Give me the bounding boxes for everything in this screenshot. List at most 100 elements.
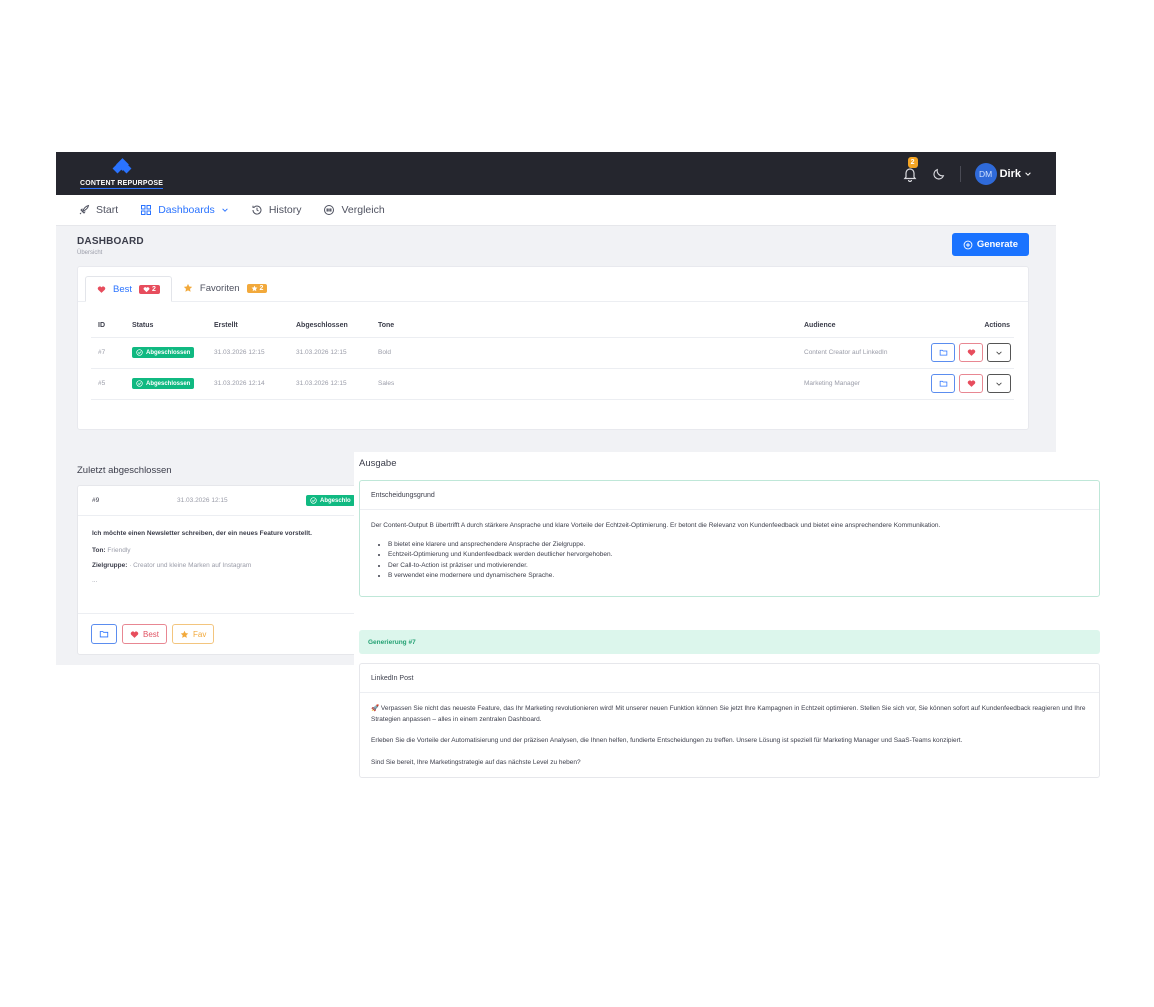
- tab-best[interactable]: Best 2: [85, 276, 172, 302]
- reason-card: Entscheidungsgrund Der Content-Output B …: [359, 480, 1100, 597]
- reason-text: Der Content-Output B übertrifft A durch …: [371, 522, 941, 529]
- col-id: ID: [91, 314, 125, 338]
- reason-title: Entscheidungsgrund: [360, 481, 1099, 510]
- list-item: B bietet eine klarere und ansprechendere…: [388, 540, 1088, 551]
- tab-favoriten-count: 2: [259, 284, 264, 292]
- grid-icon: [141, 205, 152, 215]
- topbar: CONTENT REPURPOSE 2 DM Dirk: [56, 152, 1056, 195]
- recent-card-header: #9 31.03.2026 12:15 Abgeschlo: [78, 486, 376, 516]
- tone-label: Ton:: [92, 547, 106, 554]
- row-tone: Sales: [371, 368, 797, 400]
- tab-best-label: Best: [113, 283, 133, 295]
- tab-favoriten-label: Favoriten: [199, 282, 240, 294]
- best-button[interactable]: [959, 343, 983, 362]
- plus-circle-icon: [963, 240, 973, 249]
- nav-start[interactable]: Start: [78, 204, 118, 216]
- expand-button[interactable]: [987, 343, 1011, 362]
- fav-button[interactable]: Fav: [172, 624, 215, 644]
- row-completed: 31.03.2026 12:15: [289, 368, 371, 400]
- list-item: B verwendet eine modernere und dynamisch…: [388, 571, 1088, 582]
- post-paragraph: Sind Sie bereit, Ihre Marketingstrategie…: [371, 758, 581, 766]
- open-folder-button[interactable]: [91, 624, 117, 644]
- chevron-down-icon: [1025, 171, 1031, 176]
- generate-button[interactable]: Generate: [951, 233, 1029, 256]
- recent-tone: Ton: Friendly: [92, 547, 362, 554]
- history-icon: [252, 205, 262, 215]
- fav-label: Fav: [193, 629, 207, 639]
- post-title: LinkedIn Post: [360, 664, 1099, 693]
- logo[interactable]: CONTENT REPURPOSE: [80, 158, 170, 189]
- rocket-icon: [79, 204, 90, 215]
- table-row[interactable]: #5 Abgeschlossen 31.03.2026 12:14 31.03.…: [91, 368, 1014, 400]
- recent-date: 31.03.2026 12:15: [177, 497, 228, 504]
- star-icon: [251, 285, 257, 291]
- row-audience: Content Creator auf LinkedIn: [797, 337, 923, 369]
- audience-label: Zielgruppe:: [92, 562, 128, 569]
- notification-badge: 2: [907, 156, 918, 168]
- table-row[interactable]: #7 Abgeschlossen 31.03.2026 12:15 31.03.…: [91, 337, 1014, 369]
- linkedin-post-card: LinkedIn Post 🚀 Verpassen Sie nicht das …: [359, 663, 1100, 778]
- open-folder-button[interactable]: [931, 374, 955, 393]
- check-circle-icon: [136, 349, 143, 356]
- tab-bar: Best 2 Favoriten 2: [78, 267, 1028, 302]
- status-badge: Abgeschlo: [306, 495, 355, 506]
- row-actions: [923, 368, 1014, 400]
- best-button[interactable]: [959, 374, 983, 393]
- status-badge: Abgeschlossen: [132, 347, 195, 358]
- tab-best-count: 2: [152, 285, 156, 293]
- heart-icon: [967, 380, 975, 387]
- chevron-down-icon: [996, 382, 1002, 386]
- nav-vergleich[interactable]: Vergleich: [323, 204, 385, 216]
- status-text: Abgeschlo: [320, 497, 351, 504]
- best-button[interactable]: Best: [122, 624, 168, 644]
- moon-icon[interactable]: [932, 167, 946, 181]
- folder-icon: [939, 380, 947, 387]
- col-status: Status: [125, 314, 207, 338]
- row-tone: Bold: [371, 337, 797, 369]
- row-status: Abgeschlossen: [125, 337, 207, 369]
- table-header-row: ID Status Erstellt Abgeschlossen Tone Au…: [91, 314, 1014, 338]
- main-nav: Start Dashboards History Vergleich: [56, 195, 1056, 226]
- divider: [959, 165, 961, 182]
- row-audience: Marketing Manager: [797, 368, 923, 400]
- audience-value: · Creator und kleine Marken auf Instagra…: [129, 562, 252, 569]
- page-subtitle: Übersicht: [77, 250, 103, 256]
- tab-favoriten[interactable]: Favoriten 2: [172, 275, 279, 301]
- bell-icon: [903, 167, 917, 182]
- col-audience: Audience: [797, 314, 923, 338]
- notifications-button[interactable]: 2: [902, 156, 918, 182]
- nav-history[interactable]: History: [251, 204, 301, 216]
- reason-body: Der Content-Output B übertrifft A durch …: [360, 510, 1099, 593]
- user-name: Dirk: [999, 167, 1021, 180]
- chevron-down-icon: [996, 351, 1002, 355]
- post-body: 🚀 Verpassen Sie nicht das neueste Featur…: [360, 693, 1099, 790]
- col-tone: Tone: [371, 314, 797, 338]
- open-folder-button[interactable]: [931, 343, 955, 362]
- recent-id: #9: [92, 497, 100, 504]
- expand-button[interactable]: [987, 374, 1011, 393]
- generate-label: Generate: [976, 239, 1018, 250]
- recent-more: ...: [92, 577, 98, 584]
- compare-icon: [324, 205, 335, 215]
- row-id: #7: [91, 337, 125, 369]
- tab-best-badge: 2: [139, 284, 160, 294]
- check-circle-icon: [136, 380, 143, 387]
- runs-table: ID Status Erstellt Abgeschlossen Tone Au…: [91, 314, 1014, 400]
- nav-start-label: Start: [96, 204, 119, 216]
- nav-dashboards[interactable]: Dashboards: [140, 204, 229, 216]
- nav-vergleich-label: Vergleich: [341, 204, 385, 216]
- list-item: Echtzeit-Optimierung und Kundenfeedback …: [388, 550, 1088, 561]
- generation-header[interactable]: Generierung #7: [359, 630, 1100, 654]
- col-completed: Abgeschlossen: [289, 314, 371, 338]
- heart-icon: [143, 286, 150, 292]
- runs-card: Best 2 Favoriten 2 ID Status Erstellt Ab…: [77, 266, 1029, 430]
- recent-card-footer: Best Fav: [78, 613, 376, 654]
- status-badge: Abgeschlossen: [132, 378, 195, 389]
- heart-icon: [967, 349, 975, 356]
- row-id: #5: [91, 368, 125, 400]
- row-created: 31.03.2026 12:15: [207, 337, 289, 369]
- folder-icon: [99, 631, 109, 638]
- recent-audience: Zielgruppe: · Creator und kleine Marken …: [92, 562, 362, 569]
- page-header: DASHBOARD Übersicht Generate: [56, 226, 1056, 266]
- user-menu[interactable]: DM Dirk: [974, 162, 1032, 185]
